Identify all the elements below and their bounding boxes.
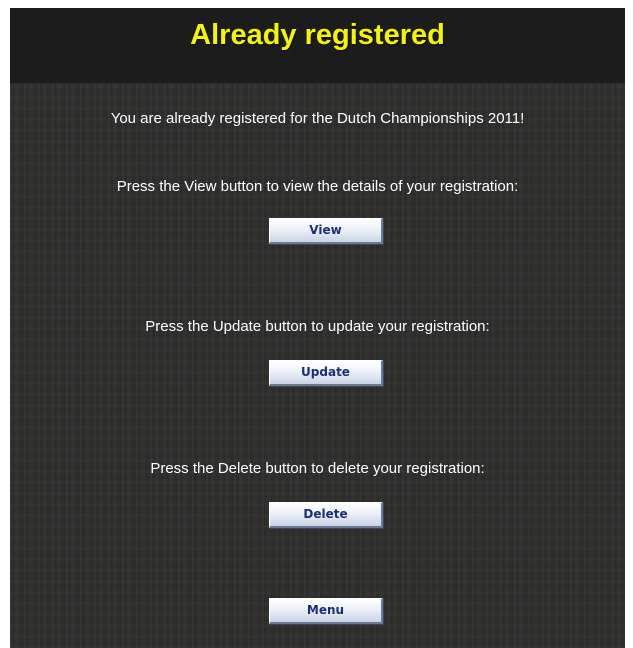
registered-message: You are already registered for the Dutch… [110,110,525,127]
page-title: Already registered [190,19,445,51]
update-instruction: Press the Update button to update your r… [145,318,490,335]
view-instruction: Press the View button to view the detail… [116,178,519,195]
delete-button[interactable]: Delete [269,502,383,528]
menu-button[interactable]: Menu [269,598,383,624]
header-bar: Already registered [10,8,625,83]
update-button[interactable]: Update [269,360,383,386]
content-panel: Already registered You are already regis… [10,8,625,648]
view-button[interactable]: View [269,218,383,244]
delete-instruction: Press the Delete button to delete your r… [150,460,485,477]
